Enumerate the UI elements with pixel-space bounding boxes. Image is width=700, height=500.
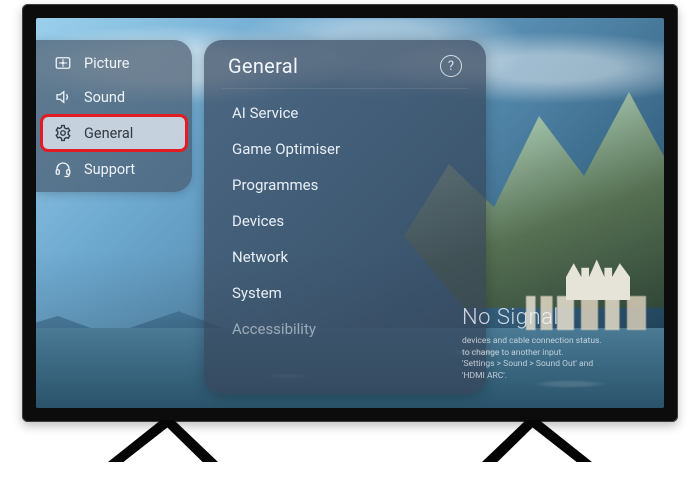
submenu-item-label: AI Service: [232, 104, 298, 122]
no-signal-body: devices and cable connection status. to …: [462, 336, 654, 382]
submenu-item-programmes[interactable]: Programmes: [218, 167, 472, 203]
no-signal-title: No Signal: [462, 305, 654, 330]
tv-frame: Picture Sound General: [22, 4, 678, 422]
settings-sidebar: Picture Sound General: [36, 40, 192, 192]
sidebar-item-sound[interactable]: Sound: [36, 80, 192, 114]
submenu-item-devices[interactable]: Devices: [218, 203, 472, 239]
no-signal-line: to change to another input.: [462, 348, 654, 359]
sidebar-item-general[interactable]: General: [42, 116, 186, 150]
sidebar-item-label: Picture: [84, 55, 129, 72]
help-button[interactable]: ?: [440, 55, 462, 77]
submenu-item-accessibility[interactable]: Accessibility: [218, 311, 472, 347]
submenu-item-label: Network: [232, 248, 288, 266]
submenu-item-label: Programmes: [232, 176, 318, 194]
submenu-title: General: [228, 54, 298, 78]
tv-stand-left: [108, 420, 218, 462]
sidebar-item-picture[interactable]: Picture: [36, 46, 192, 80]
bg-village: [526, 296, 646, 330]
sound-icon: [54, 88, 72, 106]
help-icon: ?: [448, 60, 454, 73]
no-signal-overlay: No Signal devices and cable connection s…: [462, 305, 654, 382]
bg-castle: [566, 254, 630, 300]
sidebar-item-label: Sound: [84, 89, 125, 106]
submenu-item-label: Game Optimiser: [232, 140, 340, 158]
no-signal-line: 'Settings > Sound > Sound Out' and: [462, 359, 654, 370]
no-signal-line: devices and cable connection status.: [462, 336, 654, 347]
gear-icon: [54, 124, 72, 142]
submenu-item-network[interactable]: Network: [218, 239, 472, 275]
headset-icon: [54, 160, 72, 178]
tv-screen: Picture Sound General: [36, 18, 664, 408]
tv-stand-right: [482, 420, 592, 462]
submenu-header: General ?: [218, 48, 472, 88]
sidebar-item-label: General: [84, 125, 133, 142]
submenu-item-system[interactable]: System: [218, 275, 472, 311]
sidebar-item-label: Support: [84, 161, 135, 178]
sidebar-item-support[interactable]: Support: [36, 152, 192, 186]
submenu-item-label: Accessibility: [232, 320, 316, 338]
picture-icon: [54, 54, 72, 72]
divider: [222, 88, 468, 89]
submenu-item-label: System: [232, 284, 282, 302]
submenu-item-ai-service[interactable]: AI Service: [218, 95, 472, 131]
submenu-item-label: Devices: [232, 212, 284, 230]
submenu-item-game-optimiser[interactable]: Game Optimiser: [218, 131, 472, 167]
no-signal-line: 'HDMI ARC'.: [462, 371, 654, 382]
submenu-panel: General ? AI Service Game Optimiser Prog…: [204, 40, 486, 394]
